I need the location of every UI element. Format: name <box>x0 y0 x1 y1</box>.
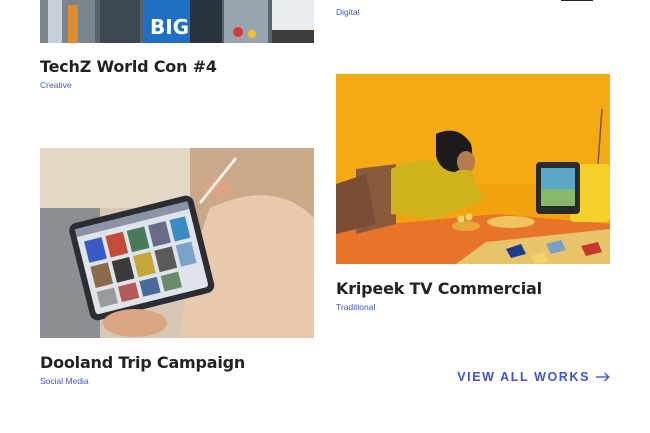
work-card-kripeek[interactable]: Kripeek TV Commercial Traditional <box>336 74 610 319</box>
work-category[interactable]: Social Media <box>40 376 89 386</box>
work-card-techz[interactable]: BIG TechZ World Con #4 Creative <box>40 0 314 95</box>
arrow-right-icon[interactable] <box>596 372 610 382</box>
work-title[interactable]: Dooland Trip Campaign <box>40 353 245 372</box>
work-thumbnail-kripeek[interactable] <box>336 74 610 264</box>
work-category[interactable]: Digital <box>336 7 360 17</box>
view-all-works-link[interactable]: VIEW ALL WORKS <box>457 370 610 384</box>
work-thumbnail-dooland[interactable] <box>40 148 314 338</box>
work-thumbnail-techz[interactable]: BIG <box>40 0 314 43</box>
cropped-work-title <box>336 0 596 3</box>
work-title[interactable]: TechZ World Con #4 <box>40 57 217 76</box>
works-section: BIG TechZ World Con #4 Creative Digital <box>0 0 650 433</box>
work-card-dooland[interactable]: Dooland Trip Campaign Social Media <box>40 148 314 393</box>
work-category[interactable]: Creative <box>40 80 72 90</box>
work-card-digital[interactable]: Digital <box>336 0 610 20</box>
view-all-works-label[interactable]: VIEW ALL WORKS <box>457 370 590 384</box>
work-title[interactable]: Kripeek TV Commercial <box>336 279 542 298</box>
big-sign-text: BIG <box>150 15 189 39</box>
work-category[interactable]: Traditional <box>336 302 375 312</box>
